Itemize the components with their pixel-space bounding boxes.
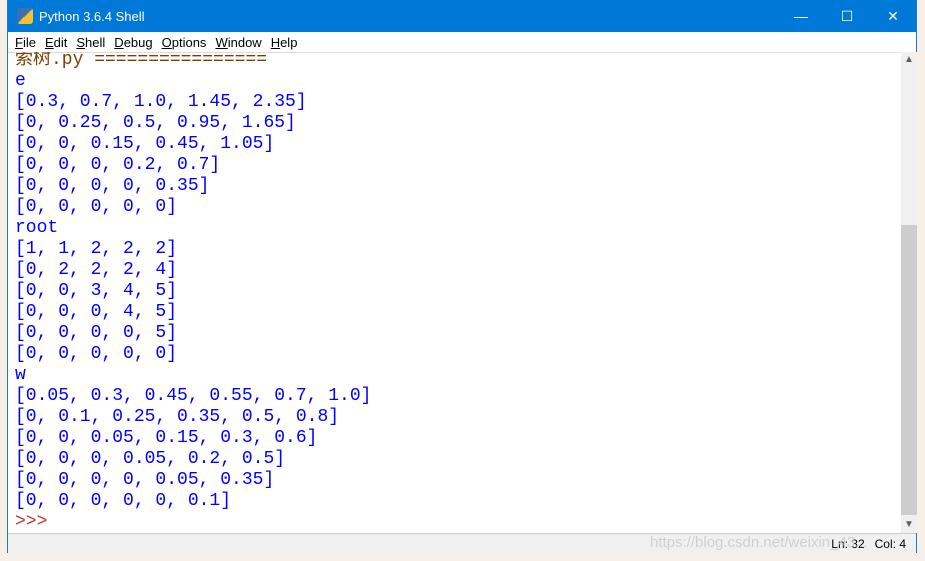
python-icon [17, 8, 33, 24]
output-line: [0, 0, 3, 4, 5] [15, 281, 178, 301]
output-line: [0, 0, 0, 4, 5] [15, 302, 178, 322]
output-line: root [15, 218, 59, 238]
output-line: [0, 0, 0, 0, 0.35] [15, 176, 210, 196]
idle-shell-window: Python 3.6.4 Shell — ☐ ✕ File Edit Shell… [7, 0, 917, 553]
menu-shell[interactable]: Shell [76, 35, 105, 50]
output-line: [0, 0, 0, 0.05, 0.2, 0.5] [15, 449, 286, 469]
menu-bar: File Edit Shell Debug Options Window Hel… [8, 32, 916, 53]
close-button[interactable]: ✕ [870, 0, 916, 32]
output-line: [0, 0, 0, 0, 5] [15, 323, 178, 343]
output-line: w [15, 365, 26, 385]
shell-prompt: >>> [15, 512, 48, 532]
menu-options[interactable]: Options [162, 35, 207, 50]
menu-debug[interactable]: Debug [114, 35, 152, 50]
window-title: Python 3.6.4 Shell [39, 8, 145, 24]
output-line: [0, 0.25, 0.5, 0.95, 1.65] [15, 113, 296, 133]
output-line: [0, 0, 0, 0, 0.05, 0.35] [15, 470, 275, 490]
menu-file[interactable]: File [15, 35, 36, 50]
output-line: [1, 1, 2, 2, 2] [15, 239, 178, 259]
restart-header: 索树.py ================ [15, 52, 268, 70]
scroll-down-icon[interactable]: ▼ [901, 517, 917, 533]
minimize-button[interactable]: — [778, 0, 824, 32]
menu-edit[interactable]: Edit [45, 35, 67, 50]
watermark: https://blog.csdn.net/weixin_43... [650, 534, 868, 551]
output-line: [0, 0, 0, 0, 0] [15, 197, 178, 217]
column-number: Col: 4 [874, 536, 906, 551]
output-line: e [15, 71, 26, 91]
title-bar: Python 3.6.4 Shell — ☐ ✕ [8, 0, 916, 32]
output-line: [0, 2, 2, 2, 4] [15, 260, 178, 280]
output-line: [0, 0.1, 0.25, 0.35, 0.5, 0.8] [15, 407, 340, 427]
output-line: [0, 0, 0.15, 0.45, 1.05] [15, 134, 275, 154]
maximize-button[interactable]: ☐ [824, 0, 870, 32]
vertical-scrollbar[interactable]: ▲ ▼ [901, 52, 917, 533]
output-line: [0.05, 0.3, 0.45, 0.55, 0.7, 1.0] [15, 386, 372, 406]
output-line: [0.3, 0.7, 1.0, 1.45, 2.35] [15, 92, 307, 112]
menu-window[interactable]: Window [215, 35, 261, 50]
output-line: [0, 0, 0, 0.2, 0.7] [15, 155, 221, 175]
scroll-up-icon[interactable]: ▲ [901, 52, 917, 68]
menu-help[interactable]: Help [271, 35, 298, 50]
shell-text-area[interactable]: 索树.py ================ e [0.3, 0.7, 1.0, … [8, 52, 901, 533]
output-line: [0, 0, 0, 0, 0, 0.1] [15, 491, 232, 511]
output-line: [0, 0, 0.05, 0.15, 0.3, 0.6] [15, 428, 318, 448]
output-line: [0, 0, 0, 0, 0] [15, 344, 178, 364]
scrollbar-thumb[interactable] [901, 225, 917, 515]
